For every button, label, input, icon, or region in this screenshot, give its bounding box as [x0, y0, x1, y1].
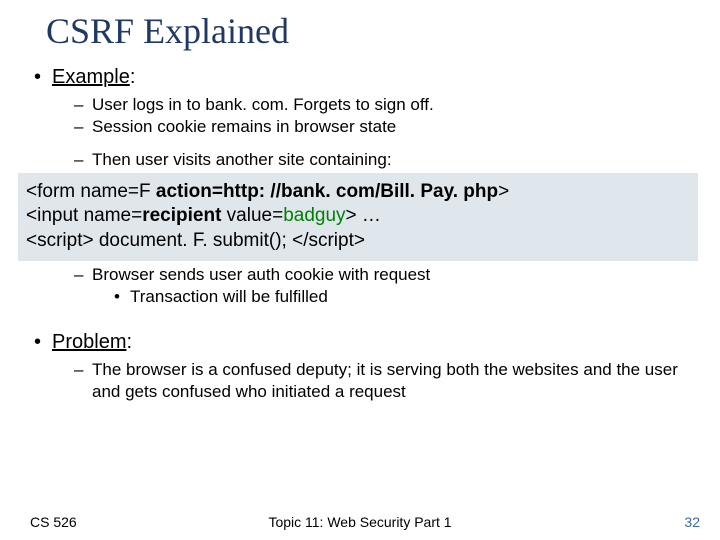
slide-title: CSRF Explained: [46, 10, 289, 52]
code-block: <form name=F action=http: //bank. com/Bi…: [18, 173, 698, 261]
footer-right: 32: [684, 514, 700, 530]
bullet-transaction: Transaction will be fulfilled: [30, 286, 695, 307]
footer-center: Topic 11: Web Security Part 1: [0, 514, 720, 530]
bullet-visits-site: Then user visits another site containing…: [30, 149, 695, 170]
code-line-1: <form name=F action=http: //bank. com/Bi…: [26, 180, 690, 205]
bullet-example: Example:: [30, 65, 695, 90]
bullet-problem: Problem:: [30, 330, 695, 355]
bullet-browser-sends: Browser sends user auth cookie with requ…: [30, 264, 695, 285]
bullet-session-cookie: Session cookie remains in browser state: [30, 116, 695, 137]
slide: CSRF Explained Example: User logs in to …: [0, 0, 720, 540]
bullet-login: User logs in to bank. com. Forgets to si…: [30, 94, 695, 115]
example-label: Example: [52, 66, 130, 88]
problem-label: Problem: [52, 331, 126, 353]
code-line-3: <script> document. F. submit(); </script…: [26, 229, 690, 254]
slide-body: Example: User logs in to bank. com. Forg…: [30, 65, 695, 403]
bullet-confused-deputy: The browser is a confused deputy; it is …: [30, 359, 695, 402]
code-line-2: <input name=recipient value=badguy> …: [26, 204, 690, 229]
